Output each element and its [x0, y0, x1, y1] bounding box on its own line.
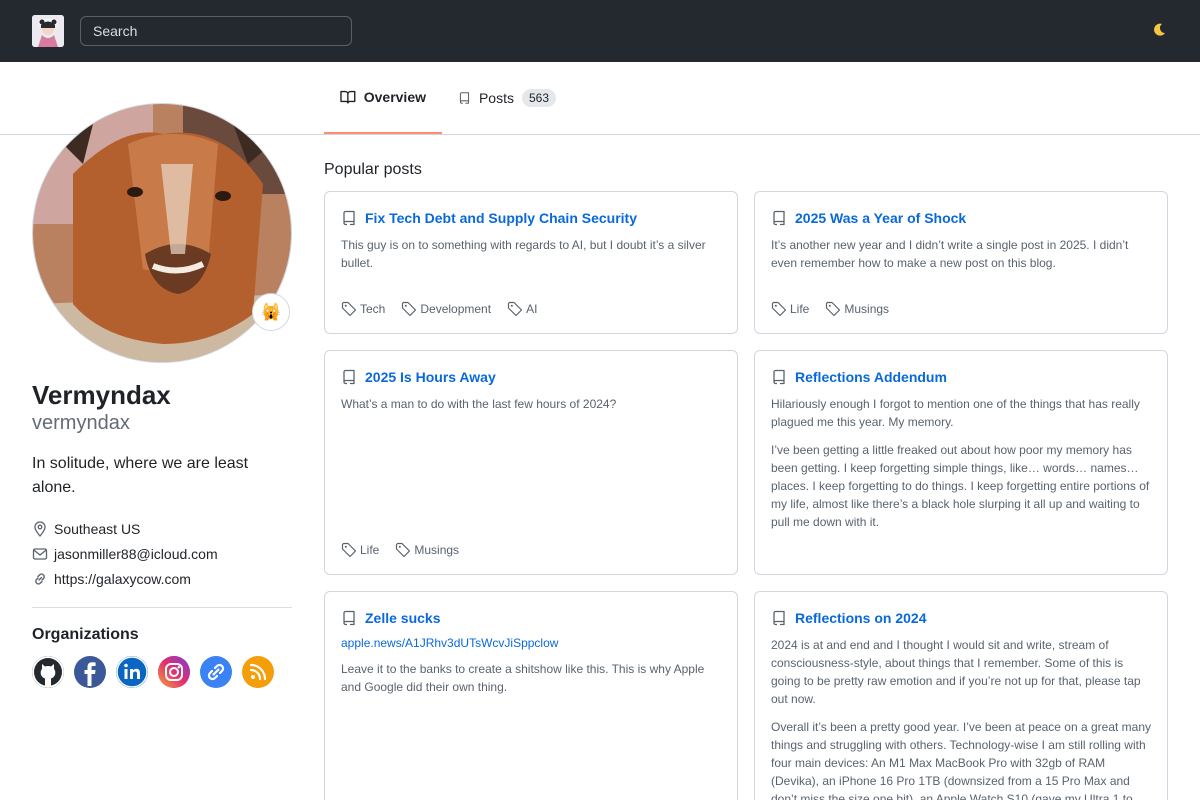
- post-tags: Life Musings: [341, 542, 459, 558]
- post-excerpt: Overall it’s been a pretty good year. I’…: [771, 720, 1152, 800]
- email-link[interactable]: jasonmiller88@icloud.com: [54, 546, 218, 562]
- tag-label: AI: [526, 302, 538, 316]
- tag-link[interactable]: AI: [507, 301, 537, 317]
- tag-link[interactable]: Tech: [341, 301, 385, 317]
- tag-icon: [396, 542, 411, 558]
- post-card: 2025 Is Hours Away What’s a man to do wi…: [324, 350, 738, 575]
- tab-posts[interactable]: Posts 563: [442, 62, 572, 134]
- tab-posts-label: Posts: [478, 90, 514, 106]
- instagram-icon[interactable]: [158, 656, 190, 688]
- github-icon[interactable]: [32, 656, 64, 688]
- post-title: Fix Tech Debt and Supply Chain Security: [365, 210, 638, 226]
- posts-count-badge: 563: [521, 89, 556, 107]
- repo-icon: [343, 369, 355, 385]
- tag-label: Life: [790, 302, 810, 316]
- tag-icon: [507, 301, 523, 317]
- post-excerpt: This guy is on to something with regards…: [341, 238, 706, 270]
- post-excerpt: 2024 is at and end and I thought I would…: [771, 638, 1141, 706]
- rss-icon[interactable]: [242, 656, 274, 688]
- website-link[interactable]: https://galaxycow.com: [54, 571, 191, 587]
- site-logo[interactable]: [32, 15, 64, 47]
- post-excerpt: It’s another new year and I didn’t write…: [771, 238, 1129, 270]
- post-title-link[interactable]: 2025 Was a Year of Shock: [771, 210, 1151, 226]
- post-card: 2025 Was a Year of Shock It’s another ne…: [754, 191, 1168, 334]
- post-card: Fix Tech Debt and Supply Chain Security …: [324, 191, 738, 334]
- organizations-list: [32, 656, 274, 688]
- tab-overview[interactable]: Overview: [324, 62, 442, 134]
- profile-login: vermyndax: [32, 412, 130, 434]
- post-title-link[interactable]: Reflections Addendum: [771, 369, 1151, 385]
- mail-icon: [32, 548, 48, 560]
- sidebar-divider: [32, 607, 292, 608]
- repo-icon: [343, 610, 355, 626]
- profile-location: Southeast US: [32, 521, 140, 537]
- post-title-link[interactable]: Fix Tech Debt and Supply Chain Security: [341, 210, 721, 226]
- profile-email[interactable]: jasonmiller88@icloud.com: [32, 546, 218, 562]
- search-input[interactable]: [80, 16, 352, 46]
- post-external-link[interactable]: apple.news/A1JRhv3dUTsWcvJiSppclow: [341, 636, 721, 650]
- post-title: Zelle sucks: [365, 610, 441, 626]
- tag-icon: [771, 301, 787, 317]
- post-title: Reflections on 2024: [795, 610, 927, 626]
- profile-avatar[interactable]: [32, 103, 292, 363]
- repo-icon: [773, 369, 785, 385]
- tag-link[interactable]: Musings: [395, 542, 459, 558]
- tag-icon: [341, 542, 357, 558]
- facebook-icon[interactable]: [74, 656, 106, 688]
- post-tags: Tech Development AI: [341, 301, 537, 317]
- post-tags: Life Musings: [771, 301, 889, 317]
- profile-website[interactable]: https://galaxycow.com: [32, 571, 191, 587]
- post-title: 2025 Was a Year of Shock: [795, 210, 967, 226]
- tag-icon: [341, 301, 357, 317]
- tag-link[interactable]: Development: [401, 301, 491, 317]
- location-icon: [34, 521, 46, 537]
- tag-link[interactable]: Life: [771, 301, 809, 317]
- post-excerpt: Leave it to the banks to create a shitsh…: [341, 662, 705, 694]
- post-excerpt: Hilariously enough I forgot to mention o…: [771, 397, 1140, 429]
- linkedin-icon[interactable]: [116, 656, 148, 688]
- top-navigation-bar: [0, 0, 1200, 62]
- popular-posts-heading: Popular posts: [324, 161, 422, 178]
- tag-label: Life: [360, 543, 380, 557]
- tag-link[interactable]: Musings: [825, 301, 889, 317]
- repo-icon: [773, 610, 785, 626]
- post-title-link[interactable]: Zelle sucks: [341, 610, 721, 626]
- post-card: Reflections Addendum Hilariously enough …: [754, 350, 1168, 575]
- post-card: Zelle sucks apple.news/A1JRhv3dUTsWcvJiS…: [324, 591, 738, 800]
- post-title: 2025 Is Hours Away: [365, 369, 496, 385]
- tab-overview-label: Overview: [363, 89, 426, 105]
- book-icon: [340, 90, 356, 104]
- post-excerpt: I’ve been getting a little freaked out a…: [771, 443, 1150, 529]
- moon-icon[interactable]: [1150, 21, 1168, 39]
- tag-icon: [826, 301, 841, 317]
- link-icon: [35, 573, 45, 585]
- tag-link[interactable]: Life: [341, 542, 379, 558]
- post-card: Reflections on 2024 2024 is at and end a…: [754, 591, 1168, 800]
- organizations-heading: Organizations: [32, 626, 139, 643]
- tag-label: Development: [420, 302, 492, 316]
- post-title-link[interactable]: Reflections on 2024: [771, 610, 1151, 626]
- profile-name: Vermyndax: [32, 380, 171, 410]
- tag-label: Musings: [414, 543, 460, 557]
- tag-label: Tech: [360, 302, 386, 316]
- status-emoji: 🙀: [261, 304, 281, 321]
- post-excerpt: What’s a man to do with the last few hou…: [341, 397, 617, 411]
- tag-label: Musings: [844, 302, 890, 316]
- repo-icon: [459, 92, 470, 104]
- tag-icon: [402, 301, 417, 317]
- location-text: Southeast US: [54, 521, 141, 537]
- repo-icon: [773, 210, 785, 226]
- repo-icon: [343, 210, 355, 226]
- profile-bio: In solitude, where we are least alone.: [32, 455, 249, 496]
- status-emoji-button[interactable]: 🙀: [252, 293, 290, 331]
- link-icon[interactable]: [200, 656, 232, 688]
- post-title: Reflections Addendum: [795, 369, 947, 385]
- post-title-link[interactable]: 2025 Is Hours Away: [341, 369, 721, 385]
